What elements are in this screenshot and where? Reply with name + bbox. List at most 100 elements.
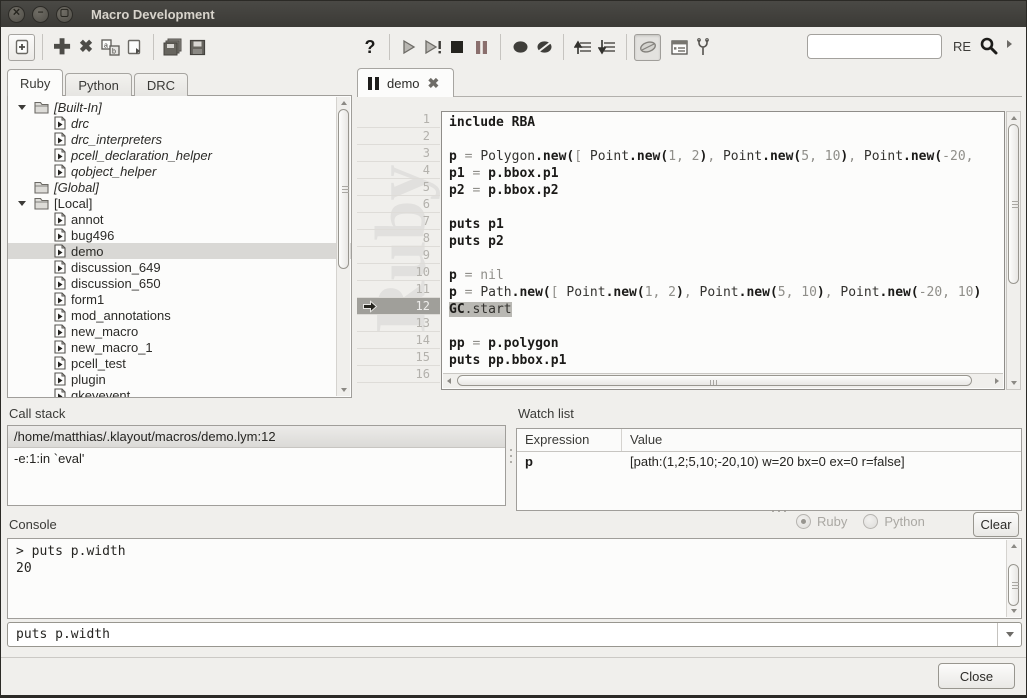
expander-icon[interactable] xyxy=(18,105,26,110)
tree-item-bug496[interactable]: bug496 xyxy=(8,227,351,243)
regex-toggle[interactable]: RE xyxy=(953,39,971,54)
gutter-line-6[interactable]: 6 xyxy=(357,196,440,213)
setup-button[interactable] xyxy=(691,34,715,60)
code-editor[interactable]: include RBA p = Polygon.new([ Point.new(1… xyxy=(441,111,1005,390)
console-scrollbar[interactable] xyxy=(1006,540,1020,617)
close-button[interactable]: Close xyxy=(938,663,1015,689)
add-macro-button[interactable]: ✚ xyxy=(50,34,74,60)
step-over-button[interactable] xyxy=(571,34,595,60)
call-stack-item[interactable]: /home/matthias/.klayout/macros/demo.lym:… xyxy=(8,426,505,448)
code-line-13[interactable] xyxy=(442,318,1004,335)
code-line-6[interactable] xyxy=(442,199,1004,216)
code-line-8[interactable]: puts p2 xyxy=(442,233,1004,250)
watch-row[interactable]: p[path:(1,2;5,10;-20,10) w=20 bx=0 ex=0 … xyxy=(517,452,1021,474)
tree-item-new_macro[interactable]: new_macro xyxy=(8,323,351,339)
gutter-line-8[interactable]: 8 xyxy=(357,230,440,247)
radio-python[interactable]: Python xyxy=(863,514,924,529)
editor-hscrollbar[interactable] xyxy=(443,373,1003,388)
column-expression[interactable]: Expression xyxy=(517,429,622,451)
code-line-5[interactable]: p2 = p.bbox.p2 xyxy=(442,182,1004,199)
vertical-splitter[interactable] xyxy=(509,445,512,471)
scroll-right-icon[interactable] xyxy=(995,378,999,384)
tree-item-global[interactable]: [Global] xyxy=(8,179,351,195)
tree-item-qobject_helper[interactable]: qobject_helper xyxy=(8,163,351,179)
gutter-line-10[interactable]: 10 xyxy=(357,264,440,281)
import-macro-button[interactable] xyxy=(122,34,146,60)
breakpoint-button[interactable] xyxy=(508,34,532,60)
watch-list-table[interactable]: Expression Value p[path:(1,2;5,10;-20,10… xyxy=(516,428,1022,511)
tree-item-drc[interactable]: drc xyxy=(8,115,351,131)
call-stack-list[interactable]: /home/matthias/.klayout/macros/demo.lym:… xyxy=(7,425,506,506)
tree-item-plugin[interactable]: plugin xyxy=(8,371,351,387)
scroll-left-icon[interactable] xyxy=(447,378,451,384)
tree-item-discussion_649[interactable]: discussion_649 xyxy=(8,259,351,275)
code-line-14[interactable]: pp = p.polygon xyxy=(442,335,1004,352)
gutter-line-16[interactable]: 16 xyxy=(357,366,440,383)
tree-item-local[interactable]: [Local] xyxy=(8,195,351,211)
gutter-line-7[interactable]: 7 xyxy=(357,213,440,230)
gutter-line-4[interactable]: 4 xyxy=(357,162,440,179)
ruby-interpreter-toggle[interactable] xyxy=(634,34,661,61)
code-line-12[interactable]: GC.start xyxy=(442,301,1004,318)
tree-item-demo[interactable]: demo xyxy=(8,243,351,259)
macro-properties-button[interactable] xyxy=(667,34,691,60)
stop-button[interactable] xyxy=(445,34,469,60)
code-line-3[interactable]: p = Polygon.new([ Point.new(1, 2), Point… xyxy=(442,148,1004,165)
gutter-line-11[interactable]: 11 xyxy=(357,281,440,298)
tab-drc[interactable]: DRC xyxy=(134,73,188,96)
scroll-up-icon[interactable] xyxy=(1011,544,1017,548)
tree-item-new_macro_1[interactable]: new_macro_1 xyxy=(8,339,351,355)
window-minimize-button[interactable]: − xyxy=(32,6,49,23)
gutter-line-2[interactable]: 2 xyxy=(357,128,440,145)
window-maximize-button[interactable]: ▢ xyxy=(56,6,73,23)
column-value[interactable]: Value xyxy=(622,429,670,451)
gutter-line-3[interactable]: 3 xyxy=(357,145,440,162)
tree-item-discussion_650[interactable]: discussion_650 xyxy=(8,275,351,291)
search-input[interactable] xyxy=(807,34,942,59)
gutter-line-1[interactable]: 1 xyxy=(357,111,440,128)
clear-breakpoints-button[interactable] xyxy=(532,34,556,60)
code-line-4[interactable]: p1 = p.bbox.p1 xyxy=(442,165,1004,182)
code-line-1[interactable]: include RBA xyxy=(442,114,1004,131)
tree-item-mod_annotations[interactable]: mod_annotations xyxy=(8,307,351,323)
tree-item-pcell_test[interactable]: pcell_test xyxy=(8,355,351,371)
pause-button[interactable] xyxy=(469,34,493,60)
step-into-button[interactable] xyxy=(595,34,619,60)
delete-macro-button[interactable]: ✖ xyxy=(74,34,98,60)
code-line-9[interactable] xyxy=(442,250,1004,267)
code-line-15[interactable]: puts pp.bbox.p1 xyxy=(442,352,1004,369)
tree-item-pcell_declaration_helper[interactable]: pcell_declaration_helper xyxy=(8,147,351,163)
console-input-combo[interactable]: puts p.width xyxy=(7,622,1022,647)
code-line-2[interactable] xyxy=(442,131,1004,148)
window-close-button[interactable]: ✕ xyxy=(8,6,25,23)
tree-item-drc_interpreters[interactable]: drc_interpreters xyxy=(8,131,351,147)
scroll-down-icon[interactable] xyxy=(1011,609,1017,613)
editor-gutter[interactable]: Ruby 12345678910111213141516 xyxy=(357,111,440,390)
horizontal-splitter[interactable] xyxy=(772,510,786,513)
gutter-line-13[interactable]: 13 xyxy=(357,315,440,332)
scroll-up-icon[interactable] xyxy=(341,101,347,105)
help-button[interactable]: ? xyxy=(358,34,382,60)
expander-icon[interactable] xyxy=(18,201,26,206)
combo-dropdown-button[interactable] xyxy=(997,623,1021,646)
tree-item-annot[interactable]: annot xyxy=(8,211,351,227)
tree-scrollbar[interactable] xyxy=(336,97,350,396)
tab-python[interactable]: Python xyxy=(65,73,131,96)
gutter-line-5[interactable]: 5 xyxy=(357,179,440,196)
gutter-line-15[interactable]: 15 xyxy=(357,349,440,366)
rename-macro-button[interactable]: a b xyxy=(98,34,122,60)
editor-vscrollbar[interactable] xyxy=(1006,111,1021,390)
tab-demo[interactable]: demo ✖ xyxy=(357,68,454,97)
new-macro-in-tab-button[interactable] xyxy=(8,34,35,61)
search-button[interactable] xyxy=(979,36,998,55)
console-input-value[interactable]: puts p.width xyxy=(8,627,997,642)
gutter-line-9[interactable]: 9 xyxy=(357,247,440,264)
gutter-line-14[interactable]: 14 xyxy=(357,332,440,349)
search-next-icon[interactable] xyxy=(1007,40,1012,48)
gutter-line-12[interactable]: 12 xyxy=(357,298,440,315)
console-output[interactable]: > puts p.width20 xyxy=(7,538,1022,619)
code-line-11[interactable]: p = Path.new([ Point.new(1, 2), Point.ne… xyxy=(442,284,1004,301)
tree-item-form1[interactable]: form1 xyxy=(8,291,351,307)
call-stack-item[interactable]: -e:1:in `eval' xyxy=(8,448,505,470)
code-line-10[interactable]: p = nil xyxy=(442,267,1004,284)
